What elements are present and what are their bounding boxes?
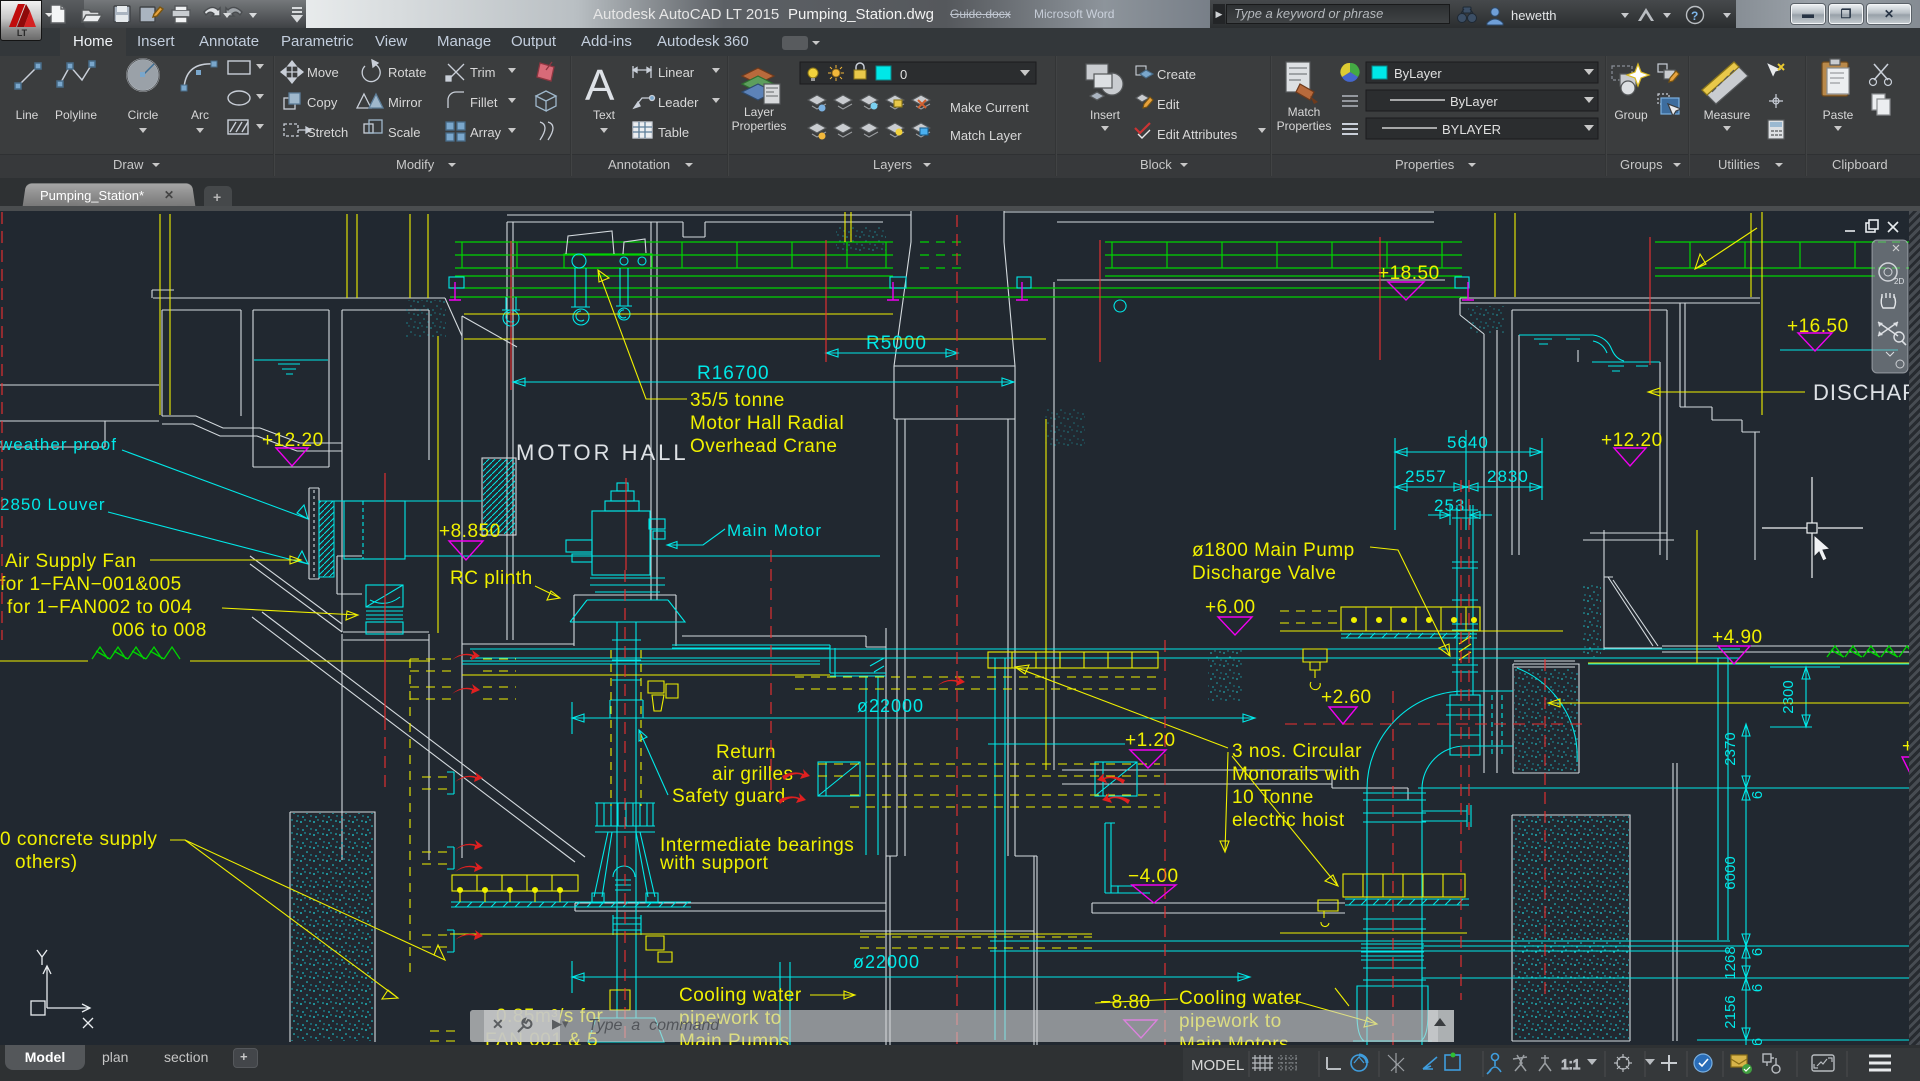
- svg-text:with support: with support: [659, 853, 769, 874]
- svg-text:2D: 2D: [1894, 277, 1904, 286]
- svg-text:Return: Return: [716, 742, 776, 763]
- svg-text:Overhead Crane: Overhead Crane: [690, 436, 837, 457]
- svg-text:Paste: Paste: [1823, 108, 1854, 122]
- svg-text:RC plinth: RC plinth: [450, 568, 533, 589]
- svg-text:Air Supply Fan: Air Supply Fan: [5, 551, 137, 572]
- svg-text:Line: Line: [16, 108, 39, 122]
- svg-text:BYLAYER: BYLAYER: [1442, 122, 1501, 137]
- svg-text:Trim: Trim: [470, 65, 496, 80]
- svg-text:hewetth: hewetth: [1511, 8, 1557, 23]
- svg-text:5640: 5640: [1447, 433, 1489, 452]
- svg-text:Match: Match: [1288, 105, 1321, 119]
- svg-text:Measure: Measure: [1704, 108, 1751, 122]
- svg-text:Main Motor: Main Motor: [727, 521, 822, 540]
- svg-text:6: 6: [1749, 791, 1766, 799]
- svg-text:others): others): [15, 852, 78, 873]
- svg-text:A: A: [585, 61, 615, 110]
- svg-text:+1.20: +1.20: [1125, 730, 1176, 751]
- svg-text:0 concrete supply: 0 concrete supply: [0, 829, 157, 850]
- svg-text:6: 6: [1749, 984, 1766, 992]
- svg-text:Circle: Circle: [128, 108, 159, 122]
- svg-text:Edit: Edit: [1157, 97, 1180, 112]
- svg-text:weather proof: weather proof: [0, 435, 117, 454]
- svg-text:+2.60: +2.60: [1321, 687, 1372, 708]
- svg-text:Copy: Copy: [307, 95, 338, 110]
- svg-text:0: 0: [900, 67, 907, 82]
- svg-text:+18.50: +18.50: [1378, 263, 1440, 284]
- svg-text:Match Layer: Match Layer: [950, 128, 1022, 143]
- svg-text:+4.90: +4.90: [1712, 627, 1763, 648]
- svg-text:6: 6: [1749, 1038, 1766, 1045]
- svg-text:2156: 2156: [1722, 995, 1739, 1028]
- svg-text:electric hoist: electric hoist: [1232, 810, 1345, 831]
- svg-text:ByLayer: ByLayer: [1394, 66, 1442, 81]
- svg-text:Scale: Scale: [388, 125, 421, 140]
- svg-text:ø22000: ø22000: [857, 696, 924, 716]
- svg-text:6000: 6000: [1722, 856, 1739, 889]
- svg-text:Discharge Valve: Discharge Valve: [1192, 563, 1336, 584]
- svg-text:+6.00: +6.00: [1205, 597, 1256, 618]
- svg-text:+16.50: +16.50: [1787, 316, 1849, 337]
- svg-text:2830: 2830: [1487, 467, 1529, 486]
- svg-text:for 1−FAN−001&005: for 1−FAN−001&005: [0, 574, 182, 595]
- svg-text:+8.850: +8.850: [439, 521, 501, 542]
- svg-text:Insert: Insert: [1090, 108, 1121, 122]
- svg-text:2850 Louver: 2850 Louver: [0, 495, 106, 514]
- svg-text:35/5 tonne: 35/5 tonne: [690, 390, 785, 411]
- svg-text:Motor Hall Radial: Motor Hall Radial: [690, 413, 844, 434]
- svg-text:ByLayer: ByLayer: [1450, 94, 1498, 109]
- svg-text:Create: Create: [1157, 67, 1196, 82]
- svg-text:1:1: 1:1: [1561, 1056, 1581, 1072]
- svg-text:R5000: R5000: [866, 333, 927, 354]
- svg-text:2370: 2370: [1722, 732, 1739, 765]
- svg-text:R16700: R16700: [697, 363, 770, 384]
- svg-text:MODEL: MODEL: [1191, 1057, 1244, 1074]
- svg-text:−4.00: −4.00: [1128, 866, 1179, 887]
- svg-text:Table: Table: [658, 125, 689, 140]
- svg-text:ø1800 Main Pump: ø1800 Main Pump: [1192, 540, 1355, 561]
- svg-text:Move: Move: [307, 65, 339, 80]
- svg-text:Text: Text: [593, 108, 616, 122]
- svg-text:3 nos. Circular: 3 nos. Circular: [1232, 741, 1362, 762]
- svg-text:Cooling water: Cooling water: [1179, 988, 1302, 1009]
- svg-text:Polyline: Polyline: [55, 108, 97, 122]
- svg-text:Make Current: Make Current: [950, 100, 1029, 115]
- svg-text:for 1−FAN002 to 004: for 1−FAN002 to 004: [7, 597, 192, 618]
- svg-text:Edit Attributes: Edit Attributes: [1157, 127, 1238, 142]
- svg-text:?: ?: [1691, 9, 1698, 23]
- svg-text:Fillet: Fillet: [470, 95, 498, 110]
- svg-text:Array: Array: [470, 125, 502, 140]
- svg-text:10 Tonne: 10 Tonne: [1232, 787, 1314, 808]
- svg-text:Safety guard: Safety guard: [672, 786, 786, 807]
- svg-text:6: 6: [1749, 948, 1766, 956]
- svg-text:Properties: Properties: [1277, 119, 1332, 133]
- svg-text:Layer: Layer: [744, 105, 774, 119]
- svg-text:Mirror: Mirror: [388, 95, 423, 110]
- svg-text:Arc: Arc: [191, 108, 209, 122]
- svg-text:1268: 1268: [1722, 946, 1739, 979]
- svg-text:Rotate: Rotate: [388, 65, 426, 80]
- svg-text:air grilles: air grilles: [712, 764, 794, 785]
- svg-text:ø22000: ø22000: [853, 952, 920, 972]
- svg-text:Properties: Properties: [732, 119, 787, 133]
- svg-text:DISCHAR: DISCHAR: [1813, 380, 1919, 405]
- svg-text:2300: 2300: [1780, 680, 1797, 713]
- svg-text:2557: 2557: [1405, 467, 1447, 486]
- svg-text:MOTOR HALL: MOTOR HALL: [516, 440, 689, 465]
- svg-text:Leader: Leader: [658, 95, 699, 110]
- svg-text:Monorails with: Monorails with: [1232, 764, 1360, 785]
- svg-text:Group: Group: [1614, 108, 1648, 122]
- svg-text:Cooling water: Cooling water: [679, 985, 802, 1006]
- svg-text:Stretch: Stretch: [307, 125, 348, 140]
- svg-text:006 to 008: 006 to 008: [112, 620, 207, 641]
- svg-text:Linear: Linear: [658, 65, 695, 80]
